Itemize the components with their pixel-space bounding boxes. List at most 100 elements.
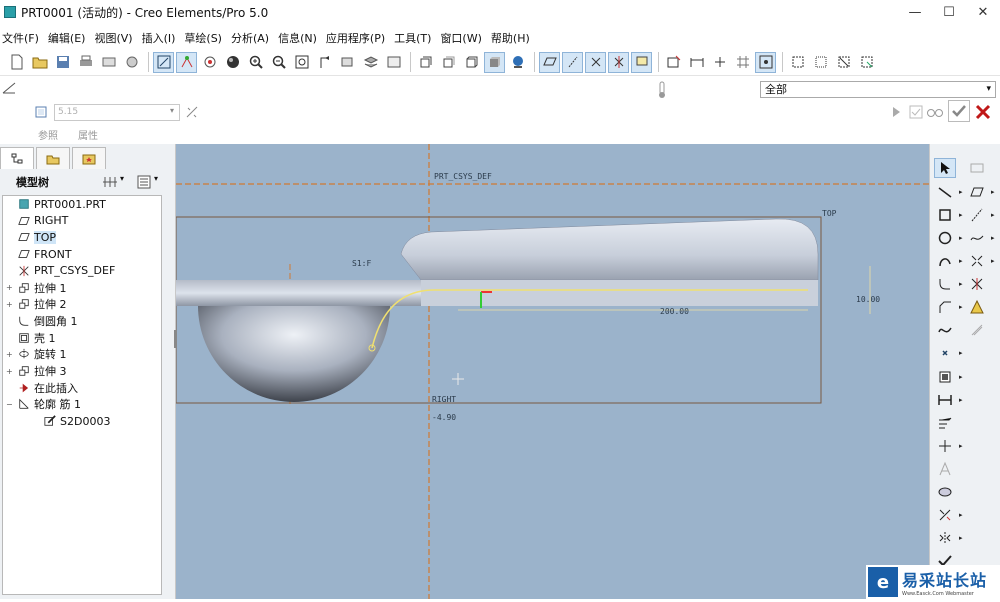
point-tool-icon[interactable] bbox=[966, 251, 988, 271]
orient-mode-icon[interactable] bbox=[199, 52, 220, 73]
circle-icon[interactable] bbox=[934, 228, 956, 248]
maximize-button[interactable]: ☐ bbox=[932, 0, 966, 24]
arm-bar[interactable] bbox=[176, 280, 421, 306]
flyout-arrow-icon[interactable]: ▸ bbox=[959, 396, 963, 404]
properties-tab[interactable]: 属性 bbox=[78, 127, 98, 142]
menu-file[interactable]: 文件(F) bbox=[0, 30, 46, 46]
minimize-button[interactable]: — bbox=[898, 0, 932, 24]
shading-icon[interactable] bbox=[484, 51, 505, 73]
curve-tool-icon[interactable] bbox=[966, 228, 988, 248]
offset-edge-icon[interactable] bbox=[934, 367, 956, 387]
flyout-arrow-icon[interactable]: ▸ bbox=[959, 188, 963, 196]
dim-neg-label[interactable]: -4.90 bbox=[432, 413, 456, 422]
appearance-icon[interactable] bbox=[222, 52, 243, 73]
point-icon[interactable] bbox=[934, 343, 956, 363]
flyout-arrow-icon[interactable]: ▸ bbox=[959, 349, 963, 357]
box-select-icon[interactable] bbox=[810, 52, 831, 73]
rectangle-icon[interactable] bbox=[934, 205, 956, 225]
flip-direction-icon[interactable] bbox=[184, 105, 200, 119]
insert-data-icon[interactable] bbox=[966, 320, 988, 340]
save-icon[interactable] bbox=[52, 52, 73, 73]
tree-item-revolve-1[interactable]: + 旋转 1 bbox=[6, 346, 67, 362]
flyout-arrow-icon[interactable]: ▸ bbox=[991, 234, 995, 242]
menu-applications[interactable]: 应用程序(P) bbox=[324, 30, 392, 46]
constraint-display-icon[interactable] bbox=[709, 52, 730, 73]
tree-item-rib-1[interactable]: − 轮廓 筋 1 bbox=[6, 396, 81, 412]
tree-item-part[interactable]: PRT0001.PRT bbox=[6, 196, 106, 212]
tree-item-extrude-1[interactable]: + 拉伸 1 bbox=[6, 280, 67, 296]
mirror-icon[interactable] bbox=[934, 528, 956, 548]
flyout-arrow-icon[interactable]: ▸ bbox=[991, 211, 995, 219]
tree-item-csys[interactable]: PRT_CSYS_DEF bbox=[6, 263, 115, 279]
close-button[interactable]: ✕ bbox=[966, 0, 1000, 24]
expand-toggle-icon[interactable]: + bbox=[6, 300, 14, 309]
annotation-display-icon[interactable] bbox=[631, 51, 652, 73]
flyout-arrow-icon[interactable]: ▸ bbox=[959, 303, 963, 311]
folder-browser-tab[interactable] bbox=[36, 147, 70, 169]
menu-help[interactable]: 帮助(H) bbox=[489, 30, 537, 46]
email-link-icon[interactable] bbox=[121, 52, 142, 73]
flyout-arrow-icon[interactable]: ▸ bbox=[959, 511, 963, 519]
chevron-down-icon[interactable]: ▾ bbox=[154, 174, 158, 183]
chevron-down-icon[interactable]: ▾ bbox=[120, 174, 124, 183]
tree-item-right[interactable]: RIGHT bbox=[6, 213, 68, 229]
expand-toggle-icon[interactable]: + bbox=[6, 367, 14, 376]
tree-item-shell-1[interactable]: 壳 1 bbox=[6, 330, 56, 346]
zoom-in-icon[interactable] bbox=[245, 52, 266, 73]
model-canvas[interactable]: PRT_CSYS_DEF TOP RIGHT S1:F 200.00 10.00… bbox=[175, 144, 929, 599]
expand-toggle-icon[interactable]: − bbox=[6, 400, 14, 409]
tree-item-round-1[interactable]: 倒圆角 1 bbox=[6, 313, 78, 329]
arc-icon[interactable] bbox=[934, 251, 956, 271]
tree-item-sketch[interactable]: S2D0003 bbox=[32, 413, 110, 429]
centerline-icon[interactable] bbox=[966, 182, 988, 202]
flyout-arrow-icon[interactable]: ▸ bbox=[959, 442, 963, 450]
references-tab[interactable]: 参照 bbox=[38, 127, 58, 142]
line-icon[interactable] bbox=[934, 182, 956, 202]
axis-display-icon[interactable] bbox=[562, 51, 583, 73]
saved-views-icon[interactable] bbox=[337, 52, 358, 73]
expand-toggle-icon[interactable]: + bbox=[6, 350, 14, 359]
open-icon[interactable] bbox=[29, 52, 50, 73]
dim-200-label[interactable]: 200.00 bbox=[660, 307, 689, 316]
menu-window[interactable]: 窗口(W) bbox=[438, 30, 488, 46]
palette-icon[interactable] bbox=[966, 297, 988, 317]
select-all-icon[interactable] bbox=[787, 52, 808, 73]
preview-glasses-icon[interactable] bbox=[926, 105, 944, 119]
csys-display-icon[interactable] bbox=[608, 51, 629, 73]
hidden-line-icon[interactable] bbox=[438, 52, 459, 73]
model-tree-globe-icon[interactable] bbox=[507, 52, 528, 73]
modify-icon[interactable] bbox=[934, 413, 956, 433]
point-display-icon[interactable] bbox=[585, 51, 606, 73]
chamfer-icon[interactable] bbox=[934, 297, 956, 317]
view-manager-icon[interactable] bbox=[383, 52, 404, 73]
print-icon[interactable] bbox=[75, 52, 96, 73]
tree-item-extrude-3[interactable]: + 拉伸 3 bbox=[6, 363, 67, 379]
no-hidden-icon[interactable] bbox=[461, 52, 482, 73]
tree-item-front[interactable]: FRONT bbox=[6, 246, 72, 262]
text-icon[interactable] bbox=[934, 459, 956, 479]
trim-icon[interactable] bbox=[934, 505, 956, 525]
flyout-arrow-icon[interactable]: ▸ bbox=[991, 188, 995, 196]
menu-analysis[interactable]: 分析(A) bbox=[229, 30, 276, 46]
favorites-tab[interactable] bbox=[72, 147, 106, 169]
deselect-icon[interactable] bbox=[833, 52, 854, 73]
email-icon[interactable] bbox=[98, 52, 119, 73]
csys-tool-icon[interactable] bbox=[966, 274, 988, 294]
menu-tools[interactable]: 工具(T) bbox=[392, 30, 438, 46]
zoom-out-icon[interactable] bbox=[268, 52, 289, 73]
refit-icon[interactable] bbox=[291, 52, 312, 73]
tree-show-icon[interactable] bbox=[136, 174, 152, 190]
menu-view[interactable]: 视图(V) bbox=[92, 30, 139, 46]
pause-play-icon[interactable] bbox=[890, 105, 902, 119]
vertex-display-icon[interactable] bbox=[755, 51, 776, 73]
dim-display-icon[interactable] bbox=[686, 52, 707, 73]
menu-sketch[interactable]: 草绘(S) bbox=[182, 30, 229, 46]
menu-insert[interactable]: 插入(I) bbox=[140, 30, 183, 46]
apply-button[interactable] bbox=[948, 100, 970, 122]
bowl-body[interactable] bbox=[198, 306, 390, 402]
layers-icon[interactable] bbox=[360, 52, 381, 73]
graphics-viewport[interactable]: PRT_CSYS_DEF TOP RIGHT S1:F 200.00 10.00… bbox=[175, 144, 929, 599]
rib-thickness-input[interactable]: 5.15 bbox=[54, 104, 180, 121]
sketch-palette-icon[interactable] bbox=[934, 482, 956, 502]
dim-10-label[interactable]: 10.00 bbox=[856, 295, 880, 304]
